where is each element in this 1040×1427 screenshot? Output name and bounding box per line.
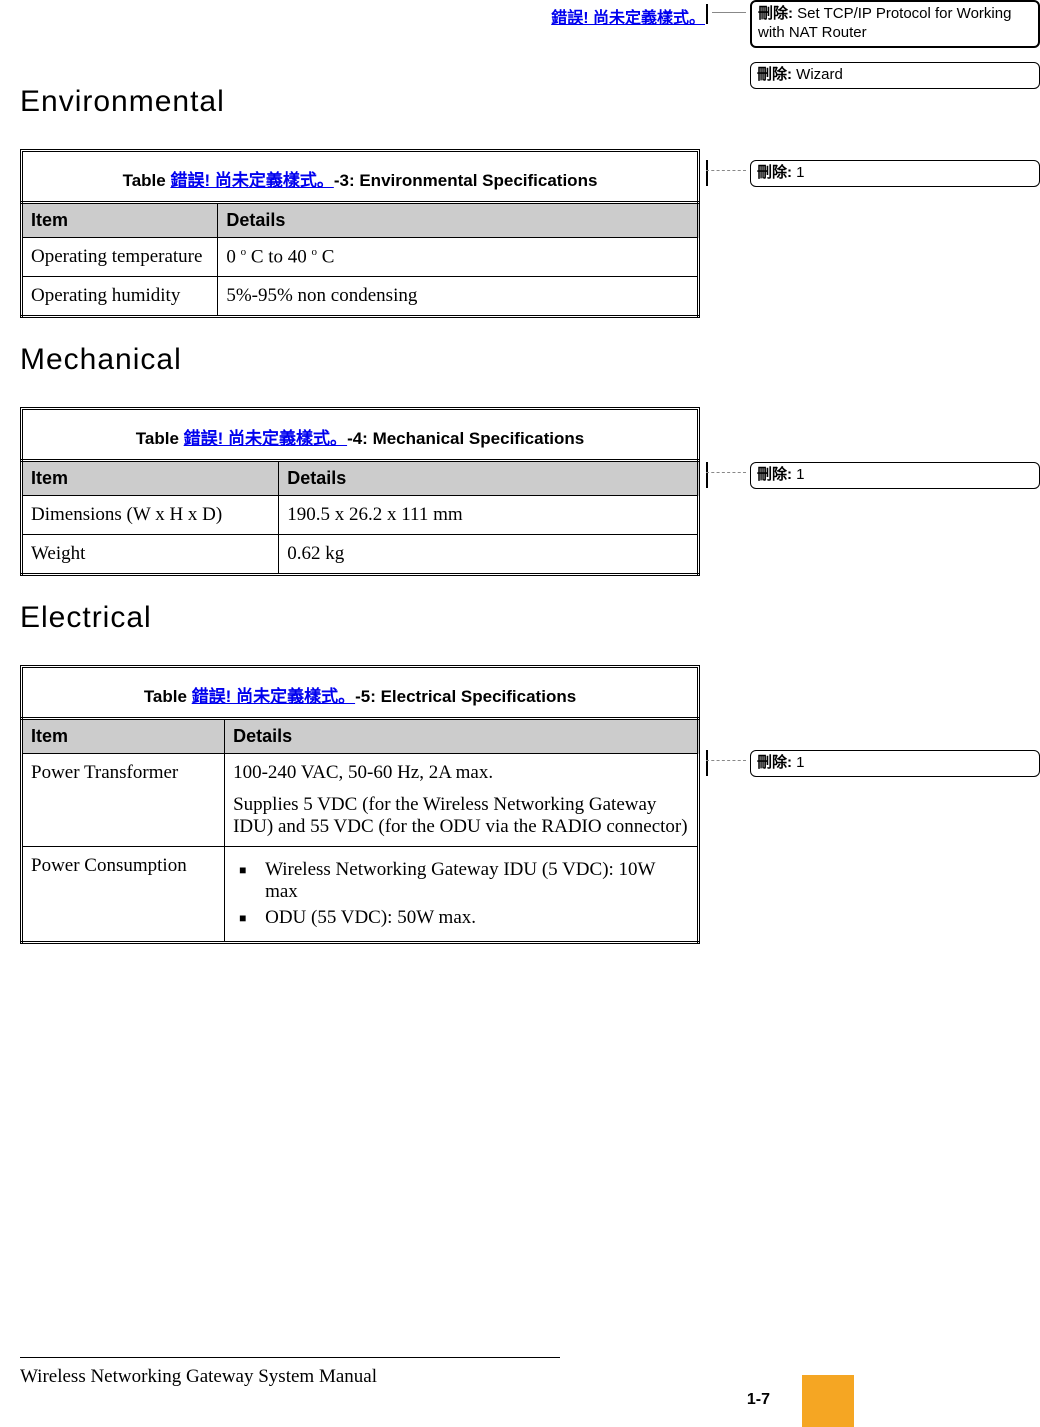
heading-electrical: Electrical (20, 601, 700, 635)
col-header-details: Details (218, 203, 699, 238)
table-caption: Table 錯誤! 尚未定義樣式。-5: Electrical Specific… (20, 665, 700, 717)
details-line: 100-240 VAC, 50-60 Hz, 2A max. (233, 762, 689, 784)
cell-item: Power Consumption (22, 847, 225, 943)
cell-item: Operating humidity (22, 277, 218, 317)
cell-details: 5%-95% non condensing (218, 277, 699, 317)
table-row: Power Consumption Wireless Networking Ga… (22, 847, 699, 943)
col-header-details: Details (225, 719, 699, 754)
bullet-item: ODU (55 VDC): 50W max. (233, 907, 689, 929)
cell-item: Dimensions (W x H x D) (22, 496, 279, 535)
bullet-item: Wireless Networking Gateway IDU (5 VDC):… (233, 859, 689, 903)
table-electrical-spec: Table 錯誤! 尚未定義樣式。-5: Electrical Specific… (20, 665, 700, 944)
page-footer: Wireless Networking Gateway System Manua… (0, 1357, 1040, 1427)
col-header-details: Details (279, 461, 699, 496)
heading-mechanical: Mechanical (20, 343, 700, 377)
cell-item: Operating temperature (22, 238, 218, 277)
cell-details: Wireless Networking Gateway IDU (5 VDC):… (225, 847, 699, 943)
table-caption: Table 錯誤! 尚未定義樣式。-3: Environmental Speci… (20, 149, 700, 201)
details-line: Supplies 5 VDC (for the Wireless Network… (233, 794, 689, 838)
table-row: Dimensions (W x H x D) 190.5 x 26.2 x 11… (22, 496, 699, 535)
table-row: Operating humidity 5%-95% non condensing (22, 277, 699, 317)
footer-rule (20, 1357, 560, 1358)
caption-style-error-link[interactable]: 錯誤! 尚未定義樣式。 (184, 429, 347, 448)
heading-environmental: Environmental (20, 85, 700, 119)
caption-prefix: Table (123, 171, 171, 190)
cell-details: 0.62 kg (279, 535, 699, 575)
col-header-item: Item (22, 461, 279, 496)
cell-details: 0 o C to 40 o C (218, 238, 699, 277)
page-number: 1-7 (747, 1391, 770, 1409)
table-mechanical-spec: Table 錯誤! 尚未定義樣式。-4: Mechanical Specific… (20, 407, 700, 576)
page-tab-graphic (802, 1375, 854, 1427)
cell-item: Weight (22, 535, 279, 575)
table-caption: Table 錯誤! 尚未定義樣式。-4: Mechanical Specific… (20, 407, 700, 459)
table-row: Weight 0.62 kg (22, 535, 699, 575)
cell-details: 190.5 x 26.2 x 111 mm (279, 496, 699, 535)
col-header-item: Item (22, 719, 225, 754)
caption-suffix: -4: Mechanical Specifications (347, 429, 584, 448)
caption-suffix: -5: Electrical Specifications (355, 687, 576, 706)
caption-prefix: Table (136, 429, 184, 448)
cell-item: Power Transformer (22, 754, 225, 847)
caption-style-error-link[interactable]: 錯誤! 尚未定義樣式。 (192, 687, 355, 706)
caption-prefix: Table (144, 687, 192, 706)
caption-style-error-link[interactable]: 錯誤! 尚未定義樣式。 (170, 171, 333, 190)
caption-suffix: -3: Environmental Specifications (334, 171, 598, 190)
table-row: Operating temperature 0 o C to 40 o C (22, 238, 699, 277)
col-header-item: Item (22, 203, 218, 238)
table-environmental-spec: Table 錯誤! 尚未定義樣式。-3: Environmental Speci… (20, 149, 700, 318)
cell-details: 100-240 VAC, 50-60 Hz, 2A max. Supplies … (225, 754, 699, 847)
table-row: Power Transformer 100-240 VAC, 50-60 Hz,… (22, 754, 699, 847)
